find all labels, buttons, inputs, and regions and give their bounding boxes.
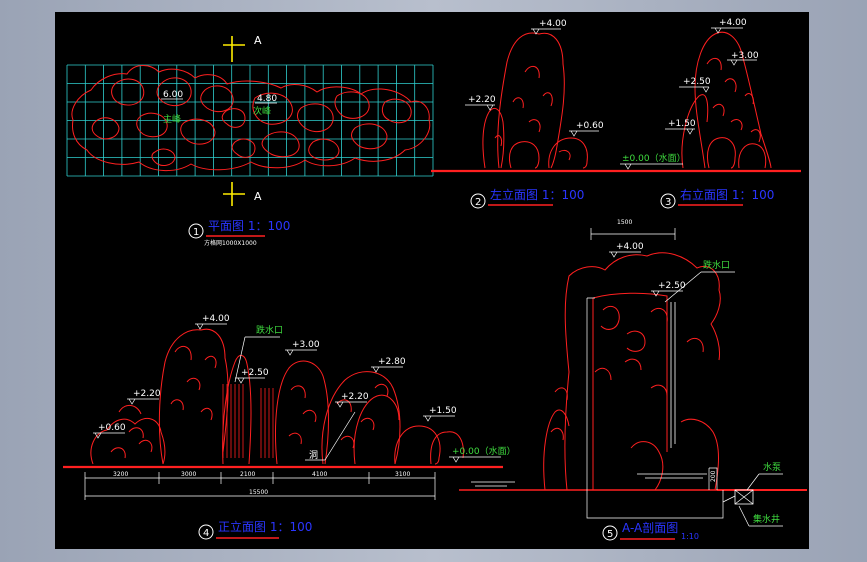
front-level-3: +3.00	[292, 340, 320, 350]
left-elev-title: 左立面图 1：100	[490, 187, 584, 202]
section-title-number: 5	[607, 529, 613, 540]
section-scale: 1:10	[681, 532, 699, 541]
plan-view: 6.00 4.80 主峰 次峰 A A 1 平面图 1：100 方格网1000X…	[66, 34, 434, 247]
section-marker-top: A	[223, 34, 262, 62]
section-level-outlet: +2.50	[658, 281, 686, 291]
right-elev-title-number: 3	[665, 197, 671, 208]
front-level-2-5: +2.50	[241, 368, 269, 378]
right-elev-level-3: +3.00	[731, 51, 759, 61]
plan-height-secondary: 4.80	[257, 94, 277, 104]
section-pump-label: 水泵	[763, 461, 781, 473]
front-elevation: +4.00 +3.00 +2.50 +2.80 +2.20 +2.20 +1.5…	[63, 314, 516, 540]
section-well-label: 集水井	[753, 513, 780, 525]
right-elevation: +4.00 +3.00 +2.50 +1.50 ±0.00（水面） 3 右立面图…	[620, 18, 774, 209]
waterfall-lines	[222, 384, 274, 458]
left-elev-level-mid: +2.20	[468, 95, 496, 105]
front-dim-2: 3000	[181, 471, 196, 478]
front-level-2-2-right: +2.20	[341, 392, 369, 402]
front-dim-5: 3100	[395, 471, 410, 478]
section-marker-bottom: A	[223, 182, 262, 206]
left-elev-title-number: 2	[475, 197, 481, 208]
right-elev-level-top: +4.00	[719, 18, 747, 28]
plan-height-main: 6.00	[163, 90, 183, 100]
section-marker-label: A	[254, 190, 262, 203]
front-dimension-chain: 3200 3000 2100 4100 3100 15500	[84, 471, 436, 500]
front-level-4: +4.00	[202, 314, 230, 324]
plan-label-main-peak: 主峰	[163, 113, 181, 125]
section-top-dim: 1500	[617, 219, 632, 226]
cad-drawing-canvas: 6.00 4.80 主峰 次峰 A A 1 平面图 1：100 方格网1000X…	[55, 12, 809, 549]
plan-label-secondary-peak: 次峰	[253, 105, 271, 117]
plan-grid-note: 方格网1000X1000	[204, 239, 257, 247]
front-dim-3: 2100	[240, 471, 255, 478]
front-cave-label: 洞	[309, 450, 318, 461]
plan-title: 平面图 1：100	[208, 219, 290, 233]
section-aa: 200 1500 +4.00 +2.50 跌水口 水泵 集水井 5 A-A剖面图…	[459, 219, 807, 541]
front-level-2-2-left: +2.20	[133, 389, 161, 399]
cad-drawing: 6.00 4.80 主峰 次峰 A A 1 平面图 1：100 方格网1000X…	[63, 18, 807, 541]
left-elev-level-low: +0.60	[576, 121, 604, 131]
right-elev-level-2-5: +2.50	[683, 77, 711, 87]
right-elev-title: 右立面图 1：100	[680, 187, 774, 202]
front-level-2-8: +2.80	[378, 357, 406, 367]
section-outlet-label: 跌水口	[703, 259, 730, 271]
section-side-dim: 200	[710, 470, 717, 482]
plan-title-number: 1	[193, 227, 199, 238]
front-water-level: +0.00（水面）	[452, 445, 516, 457]
front-level-0-6: +0.60	[98, 423, 126, 433]
front-level-1-5: +1.50	[429, 406, 457, 416]
front-dim-1: 3200	[113, 471, 128, 478]
plan-grid	[66, 64, 434, 177]
right-elev-level-1-5: +1.50	[668, 119, 696, 129]
section-level-top: +4.00	[616, 242, 644, 252]
front-title: 正立面图 1：100	[218, 519, 312, 534]
front-outlet-label: 跌水口	[256, 324, 283, 336]
left-elevation: +4.00 +2.20 +0.60 2 左立面图 1：100	[431, 19, 801, 209]
right-elev-water-level: ±0.00（水面）	[622, 152, 686, 164]
front-dim-total: 15500	[249, 489, 268, 496]
section-marker-label: A	[254, 34, 262, 47]
front-dim-4: 4100	[312, 471, 327, 478]
section-title: A-A剖面图	[622, 521, 678, 535]
front-title-number: 4	[203, 528, 209, 539]
left-elev-level-top: +4.00	[539, 19, 567, 29]
